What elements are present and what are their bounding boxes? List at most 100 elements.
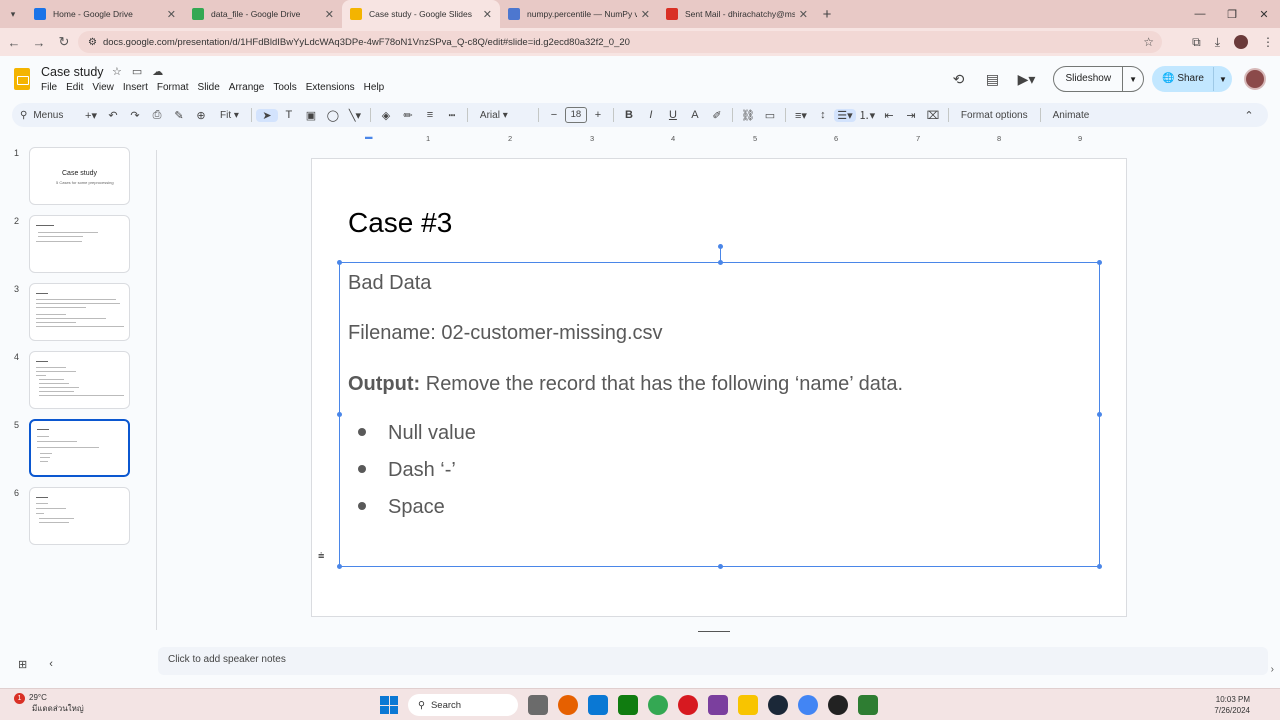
slide-thumbnail[interactable] (29, 487, 130, 545)
clear-formatting-icon[interactable]: ⌧ (922, 109, 944, 122)
github-icon[interactable] (828, 695, 848, 715)
decrease-size-icon[interactable]: − (543, 109, 565, 121)
forward-icon[interactable]: → (28, 35, 50, 50)
minimize-button[interactable]: — (1184, 0, 1216, 28)
store-icon[interactable] (588, 695, 608, 715)
underline-icon[interactable]: U (662, 109, 684, 121)
menu-format[interactable]: Format (157, 82, 189, 93)
shape-icon[interactable]: ◯ (322, 109, 344, 122)
image-icon[interactable]: ▣ (300, 109, 322, 122)
menu-help[interactable]: Help (364, 82, 385, 93)
zoom-select[interactable]: Fit ▾ (212, 110, 247, 121)
site-info-icon[interactable]: ⚙ (88, 37, 97, 48)
slide-thumbnail-row[interactable]: 6 (0, 480, 150, 545)
menu-insert[interactable]: Insert (123, 82, 148, 93)
slideshow-button[interactable]: Slideshow ▼ (1053, 66, 1145, 92)
close-icon[interactable]: ✕ (167, 8, 176, 21)
chevron-down-icon[interactable]: ▼ (1123, 75, 1143, 84)
redo-icon[interactable]: ↷ (124, 109, 146, 122)
account-avatar[interactable] (1244, 68, 1266, 90)
resize-handle-n[interactable] (718, 260, 723, 265)
share-button[interactable]: 🌐 Share ▼ (1152, 66, 1232, 92)
slide-thumbnail-selected[interactable] (29, 419, 130, 477)
close-icon[interactable]: ✕ (483, 8, 492, 21)
weather-widget[interactable]: 1 29°C มีแดดส่วนใหญ่ (14, 693, 84, 714)
resize-handle-e[interactable] (1097, 412, 1102, 417)
zoom-icon[interactable]: ⊕ (190, 109, 212, 122)
chevron-down-icon[interactable]: ▼ (1214, 75, 1232, 84)
steam-icon[interactable] (768, 695, 788, 715)
font-size-input[interactable]: 18 (564, 107, 587, 123)
collapse-toolbar-icon[interactable]: ⌃ (1238, 109, 1260, 122)
bulleted-list-icon[interactable]: ☰▾ (833, 108, 856, 122)
collapse-filmstrip-icon[interactable]: ‹ (49, 658, 53, 671)
close-icon[interactable]: ✕ (325, 8, 334, 21)
font-select[interactable]: Arial ▾ (472, 110, 534, 121)
menu-file[interactable]: File (41, 82, 57, 93)
slide-thumbnail-row[interactable]: 4 (0, 344, 150, 409)
menu-extensions[interactable]: Extensions (306, 82, 355, 93)
menu-slide[interactable]: Slide (198, 82, 220, 93)
border-color-icon[interactable]: ✏ (397, 109, 419, 122)
increase-size-icon[interactable]: + (587, 109, 609, 121)
slide-thumbnail-row[interactable]: 5 (0, 412, 150, 477)
body-text-box[interactable]: Bad Data Filename: 02-customer-missing.c… (337, 244, 1102, 569)
slide-thumbnail[interactable] (29, 351, 130, 409)
rotate-handle[interactable] (718, 244, 723, 249)
resize-handle-nw[interactable] (337, 260, 342, 265)
notes-resize-handle[interactable] (698, 631, 730, 632)
more-icon[interactable]: ⋮ (1262, 35, 1274, 49)
windows-start-icon[interactable] (380, 696, 398, 714)
comments-icon[interactable]: ▤ (975, 71, 1009, 88)
firefox-icon[interactable] (558, 695, 578, 715)
italic-icon[interactable]: I (640, 109, 662, 121)
numbered-list-icon[interactable]: ⒈▾ (856, 107, 878, 123)
download-icon[interactable]: ⤓ (1215, 35, 1220, 50)
slide-thumbnail[interactable] (29, 215, 130, 273)
chrome-active-icon[interactable] (798, 695, 818, 715)
line-spacing-icon[interactable]: ↕ (812, 109, 834, 121)
autofit-icon[interactable]: ⩧ (318, 550, 324, 563)
reload-icon[interactable]: ↻ (53, 34, 75, 50)
extensions-icon[interactable]: ⧉ (1192, 35, 1201, 50)
fill-color-icon[interactable]: ◈ (375, 109, 397, 122)
border-dash-icon[interactable]: ┅ (441, 109, 463, 122)
slides-logo-icon[interactable] (14, 68, 30, 90)
speaker-notes[interactable]: Click to add speaker notes (158, 647, 1268, 675)
resize-handle-w[interactable] (337, 412, 342, 417)
back-icon[interactable]: ← (3, 35, 25, 50)
line-icon[interactable]: ╲▾ (344, 109, 366, 122)
animate-button[interactable]: Animate (1045, 110, 1098, 121)
system-clock[interactable]: 10:03 PM 7/26/2024 (1214, 694, 1250, 716)
cloud-saved-icon[interactable]: ☁ (152, 65, 163, 78)
tab-data-file[interactable]: data_file - Google Drive ✕ (184, 0, 342, 28)
align-icon[interactable]: ≡▾ (790, 109, 812, 122)
url-field[interactable]: ⚙ docs.google.com/presentation/d/1HFdBld… (78, 31, 1162, 53)
history-icon[interactable]: ⟲ (941, 71, 975, 88)
text-color-icon[interactable]: A (684, 109, 706, 121)
grid-view-icon[interactable]: ⊞ (18, 658, 27, 671)
paint-format-icon[interactable]: ✎ (168, 109, 190, 122)
bookmark-star-icon[interactable]: ☆ (1143, 35, 1154, 49)
resize-handle-s[interactable] (718, 564, 723, 569)
new-slide-icon[interactable]: +▾ (80, 109, 102, 122)
menu-arrange[interactable]: Arrange (229, 82, 265, 93)
menu-tools[interactable]: Tools (273, 82, 296, 93)
link-icon[interactable]: ⛓ (737, 109, 759, 122)
border-weight-icon[interactable]: ≡ (419, 109, 441, 121)
close-icon[interactable]: ✕ (641, 8, 650, 21)
slide-canvas[interactable]: Case #3 Bad Data Filename: 02-customer-m… (311, 158, 1127, 617)
menu-edit[interactable]: Edit (66, 82, 83, 93)
ruler-indent-marker[interactable]: ▬ (365, 132, 373, 141)
taskbar-search[interactable]: ⚲ Search (408, 694, 518, 716)
text-box-icon[interactable]: T (278, 109, 300, 121)
xbox-icon[interactable] (618, 695, 638, 715)
select-tool-icon[interactable]: ➤ (255, 108, 278, 122)
slide-title[interactable]: Case #3 (348, 207, 452, 239)
format-options-button[interactable]: Format options (953, 110, 1036, 121)
file-explorer-icon[interactable] (738, 695, 758, 715)
new-tab-button[interactable]: + (816, 6, 838, 23)
bold-icon[interactable]: B (618, 109, 640, 121)
resize-handle-ne[interactable] (1097, 260, 1102, 265)
decrease-indent-icon[interactable]: ⇤ (878, 109, 900, 122)
